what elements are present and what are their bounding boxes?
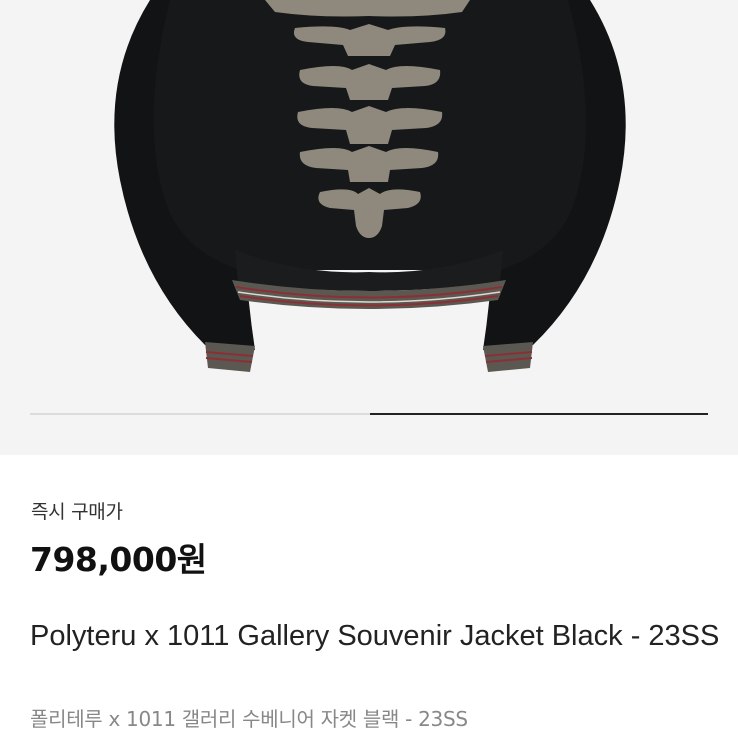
product-photo bbox=[114, 0, 626, 372]
product-detail-page: 즉시 구매가 798,000원 Polyteru x 1011 Gallery … bbox=[0, 0, 738, 738]
carousel-indicator-active bbox=[370, 413, 708, 415]
instant-buy-price: 798,000원 bbox=[30, 540, 207, 579]
product-info-section: 즉시 구매가 798,000원 Polyteru x 1011 Gallery … bbox=[0, 455, 738, 738]
product-subtitle-korean: 폴리테루 x 1011 갤러리 수베니어 자켓 블랙 - 23SS bbox=[30, 707, 468, 731]
product-image-carousel[interactable] bbox=[0, 0, 738, 455]
product-title: Polyteru x 1011 Gallery Souvenir Jacket … bbox=[30, 620, 720, 652]
instant-buy-label: 즉시 구매가 bbox=[31, 501, 123, 523]
